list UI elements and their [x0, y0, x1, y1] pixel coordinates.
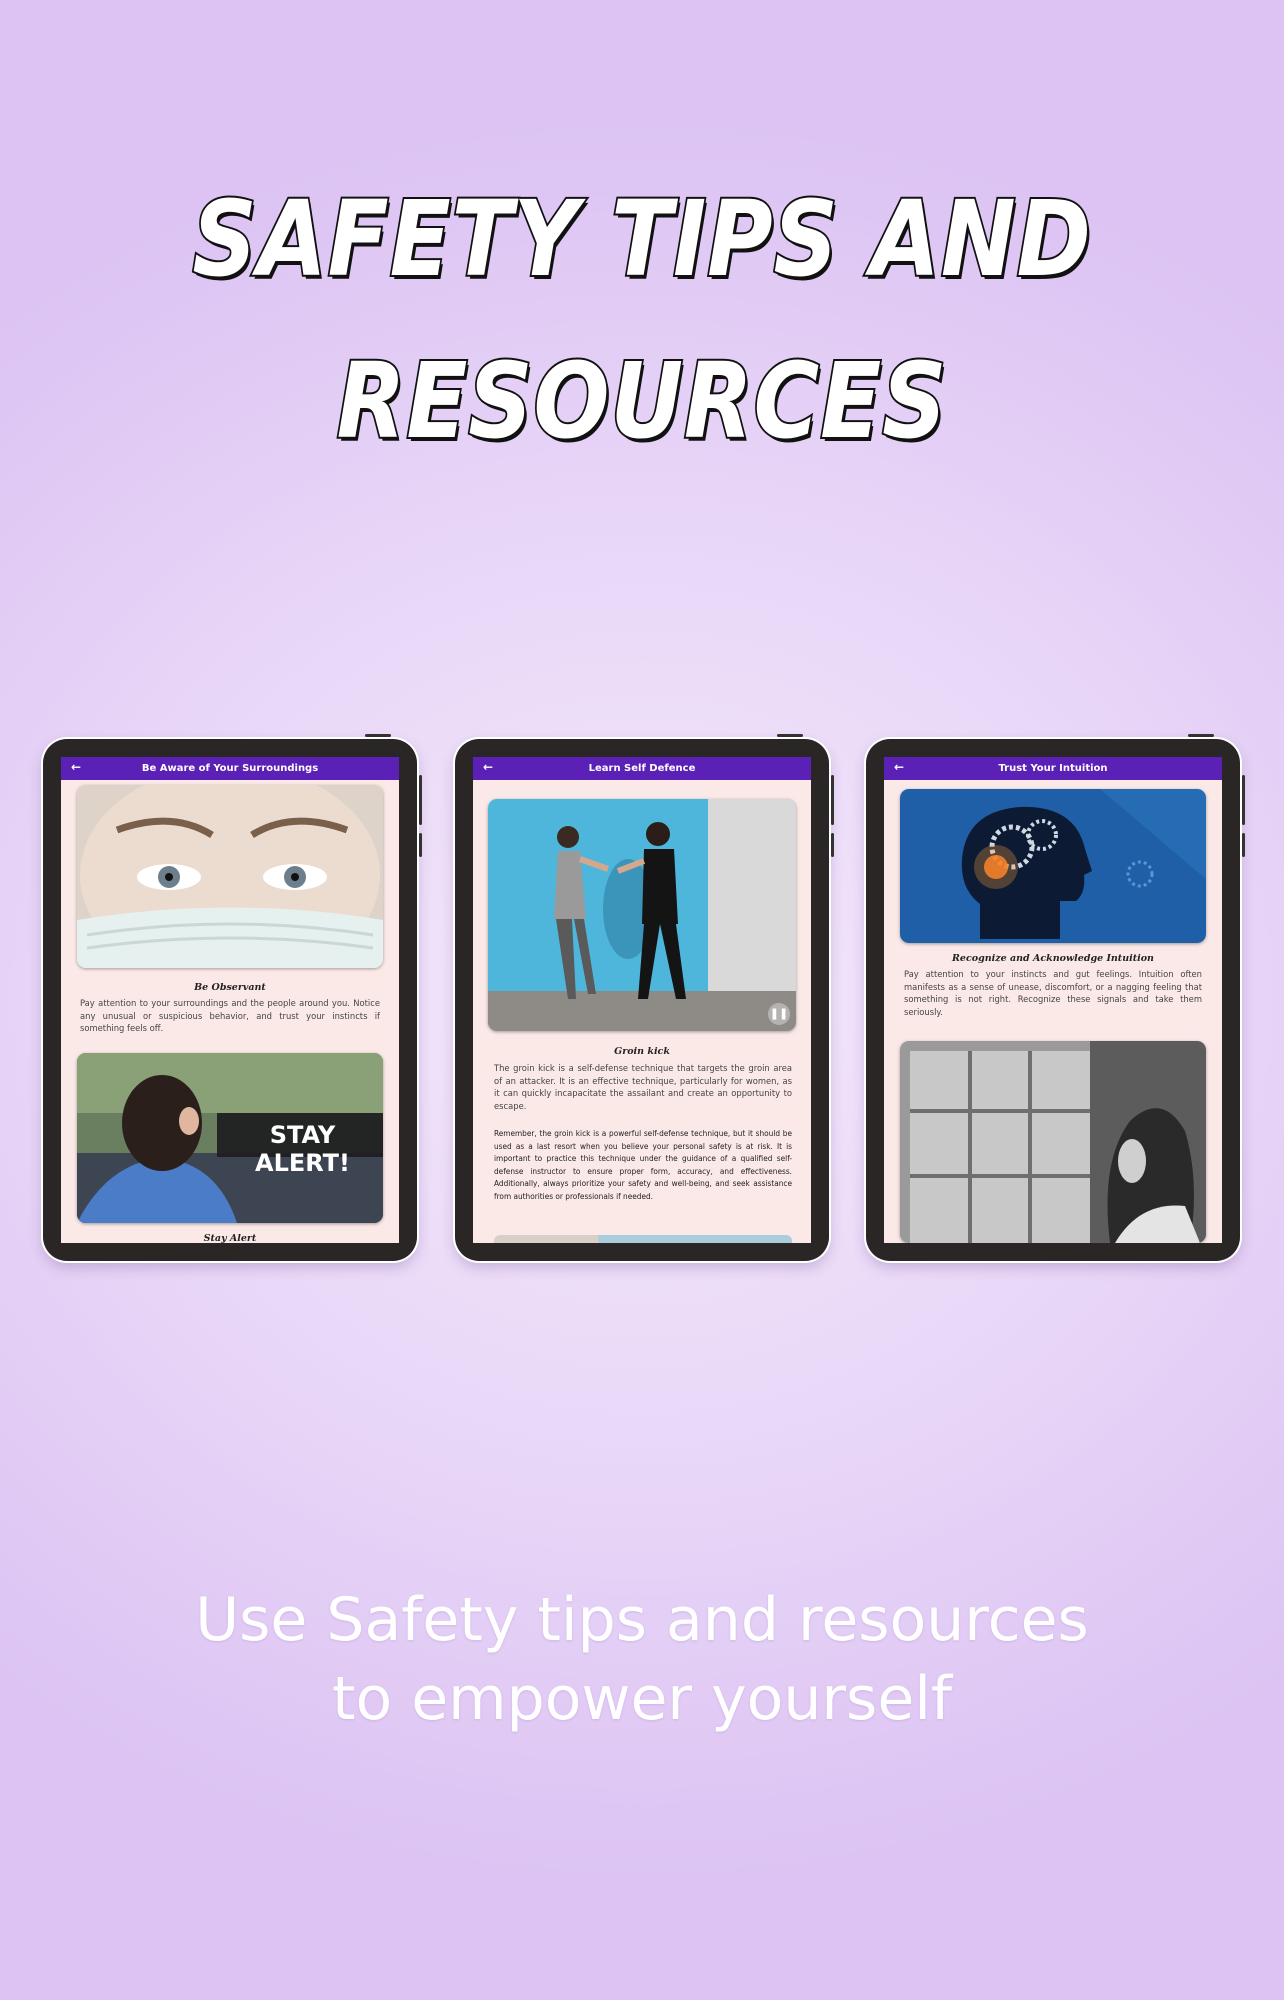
stay-alert-image: STAY ALERT!	[77, 1053, 383, 1223]
tablet-volume-buttons	[831, 775, 834, 857]
tablet-power-button	[1188, 734, 1214, 737]
section-text: Pay attention to your surroundings and t…	[80, 998, 380, 1033]
tablet-mockup-surroundings: ← Be Aware of Your Surroundings Be Obser…	[43, 734, 422, 1261]
screen-title: Trust Your Intuition	[998, 763, 1108, 774]
tablet-power-button	[365, 734, 391, 737]
app-bar: ← Be Aware of Your Surroundings	[61, 757, 399, 780]
tablet-power-button	[777, 734, 803, 737]
app-screen-surroundings: ← Be Aware of Your Surroundings Be Obser…	[61, 757, 399, 1243]
screen-title: Be Aware of Your Surroundings	[141, 763, 319, 774]
pause-icon[interactable]: ❚❚	[768, 1003, 790, 1025]
stay-alert-banner: STAY ALERT!	[255, 1121, 350, 1177]
app-screen-self-defence: ← Learn Self Defence ❚❚ Groin kick The g…	[473, 757, 811, 1243]
section-title: Stay Alert	[203, 1233, 257, 1243]
section-title: Be Observant	[194, 982, 266, 993]
next-image-preview	[494, 1235, 792, 1243]
brain-gears-image	[900, 789, 1206, 943]
tagline-line-1: Use Safety tips and resources	[195, 1585, 1089, 1655]
arrow-left-icon[interactable]: ←	[894, 760, 904, 774]
section-text: Pay attention to your instincts and gut …	[904, 969, 1202, 1017]
tablet-mockup-self-defence: ← Learn Self Defence ❚❚ Groin kick The g…	[455, 734, 834, 1261]
tagline-line-2: to empower yourself	[331, 1664, 953, 1734]
headline-line-1: SAFETY TIPS AND	[191, 176, 1093, 302]
self-defence-video[interactable]: ❚❚	[488, 799, 796, 1031]
masked-eyes-image	[77, 785, 383, 968]
tablet-mockup-intuition: ← Trust Your Intuition Recognize and Ack…	[866, 734, 1245, 1261]
section-text: The groin kick is a self-defense techniq…	[494, 1063, 792, 1111]
tablet-volume-buttons	[419, 775, 422, 857]
masked-eyes-illustration	[77, 785, 383, 968]
app-screen-intuition: ← Trust Your Intuition Recognize and Ack…	[884, 757, 1222, 1243]
section-text-note: Remember, the groin kick is a powerful s…	[494, 1128, 792, 1201]
woman-window-illustration	[900, 1041, 1206, 1243]
section-title: Recognize and Acknowledge Intuition	[952, 953, 1154, 964]
app-bar: ← Learn Self Defence	[473, 757, 811, 780]
app-bar: ← Trust Your Intuition	[884, 757, 1222, 780]
fighting-stance-illustration	[488, 799, 796, 1031]
screen-title: Learn Self Defence	[588, 763, 696, 774]
headline-line-2: RESOURCES	[335, 338, 948, 464]
brain-gears-illustration	[900, 789, 1206, 943]
woman-window-image	[900, 1041, 1206, 1243]
tablet-volume-buttons	[1242, 775, 1245, 857]
arrow-left-icon[interactable]: ←	[483, 760, 493, 774]
arrow-left-icon[interactable]: ←	[71, 760, 81, 774]
section-title: Groin kick	[614, 1046, 670, 1057]
